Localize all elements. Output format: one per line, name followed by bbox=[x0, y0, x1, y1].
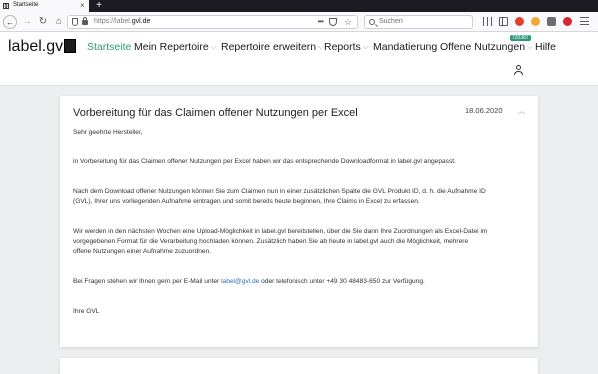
library-icon[interactable] bbox=[483, 17, 492, 26]
lock-icon[interactable] bbox=[82, 17, 88, 25]
tracking-shield-icon[interactable] bbox=[72, 18, 78, 26]
hamburger-menu-icon[interactable] bbox=[580, 17, 589, 25]
main-navigation: Startseite Mein Repertoire ⌵ Repertoire e… bbox=[0, 35, 598, 55]
sidebar-icon[interactable] bbox=[499, 17, 508, 26]
next-news-card bbox=[60, 358, 538, 374]
nav-mein-repertoire[interactable]: Mein Repertoire ⌵ bbox=[134, 41, 216, 53]
nav-mandatierung[interactable]: Mandatierung bbox=[373, 41, 437, 53]
extension-icon[interactable] bbox=[547, 17, 556, 26]
news-title: Vorbereitung für das Claimen offener Nut… bbox=[73, 107, 358, 119]
chevron-up-icon[interactable]: ︿ bbox=[518, 106, 525, 116]
closing-text: Ihre GVL bbox=[73, 308, 100, 315]
news-card: Vorbereitung für das Claimen offener Nut… bbox=[60, 96, 538, 347]
nav-hilfe[interactable]: Hilfe bbox=[535, 41, 556, 53]
paragraph-3: Wir werden in den nächsten Wochen eine U… bbox=[73, 228, 488, 256]
new-tab-icon[interactable]: + bbox=[94, 0, 104, 12]
nav-reports[interactable]: Reports ⌵ bbox=[324, 41, 368, 53]
chevron-down-icon: ⌵ bbox=[318, 44, 324, 51]
search-icon bbox=[369, 19, 375, 25]
greeting-text: Sehr geehrte Hersteller, bbox=[73, 129, 143, 136]
extension-icon[interactable] bbox=[563, 17, 572, 26]
favicon-icon: g bbox=[3, 3, 9, 9]
chevron-down-icon: ⌵ bbox=[362, 44, 369, 51]
back-icon[interactable]: ← bbox=[3, 15, 17, 29]
browser-tab-strip: g Startseite × + bbox=[0, 0, 598, 12]
email-link[interactable]: label@gvl.de bbox=[221, 278, 259, 285]
paragraph-2: Nach dem Download offener Nutzungen könn… bbox=[73, 188, 486, 206]
close-tab-icon[interactable]: × bbox=[80, 1, 85, 11]
nav-repertoire-erweitern[interactable]: Repertoire erweitern ⌵ bbox=[221, 41, 323, 53]
url-text[interactable]: https://label.gvl.de bbox=[94, 18, 150, 25]
browser-toolbar: ← → ↻ ⌂ https://label.gvl.de ••• ☆ Suche… bbox=[0, 12, 598, 32]
paragraph-4: Bei Fragen stehen wir Ihnen gern per E-M… bbox=[73, 278, 425, 285]
url-bar[interactable]: https://label.gvl.de ••• ☆ bbox=[67, 15, 358, 29]
chevron-down-icon: ⌵ bbox=[527, 44, 533, 51]
tab-title: Startseite bbox=[13, 2, 39, 8]
notification-badge: 720387 bbox=[510, 35, 531, 41]
search-input[interactable]: Suchen bbox=[364, 15, 473, 29]
forward-icon[interactable]: → bbox=[20, 15, 34, 29]
paragraph-1: in Vorbereitung für das Claimen offener … bbox=[73, 158, 456, 165]
nav-offene-nutzungen[interactable]: Offene Nutzungen ⌵ bbox=[440, 41, 532, 53]
page-actions-icon[interactable]: ••• bbox=[318, 17, 324, 26]
nav-startseite[interactable]: Startseite bbox=[87, 41, 131, 53]
home-icon[interactable]: ⌂ bbox=[52, 15, 66, 29]
user-icon[interactable] bbox=[514, 65, 523, 75]
extension-icon[interactable] bbox=[531, 17, 540, 26]
news-date: 18.06.2020 bbox=[465, 106, 503, 115]
chevron-down-icon: ⌵ bbox=[210, 44, 217, 51]
bookmark-star-icon[interactable]: ☆ bbox=[344, 17, 352, 28]
browser-tab[interactable]: g Startseite × bbox=[0, 0, 89, 12]
reload-icon[interactable]: ↻ bbox=[36, 15, 50, 29]
extension-icon[interactable] bbox=[515, 17, 524, 26]
pocket-icon[interactable] bbox=[329, 18, 337, 26]
site-header: label.gv Startseite Mein Repertoire ⌵ Rep… bbox=[0, 32, 598, 86]
search-placeholder: Suchen bbox=[379, 18, 403, 25]
